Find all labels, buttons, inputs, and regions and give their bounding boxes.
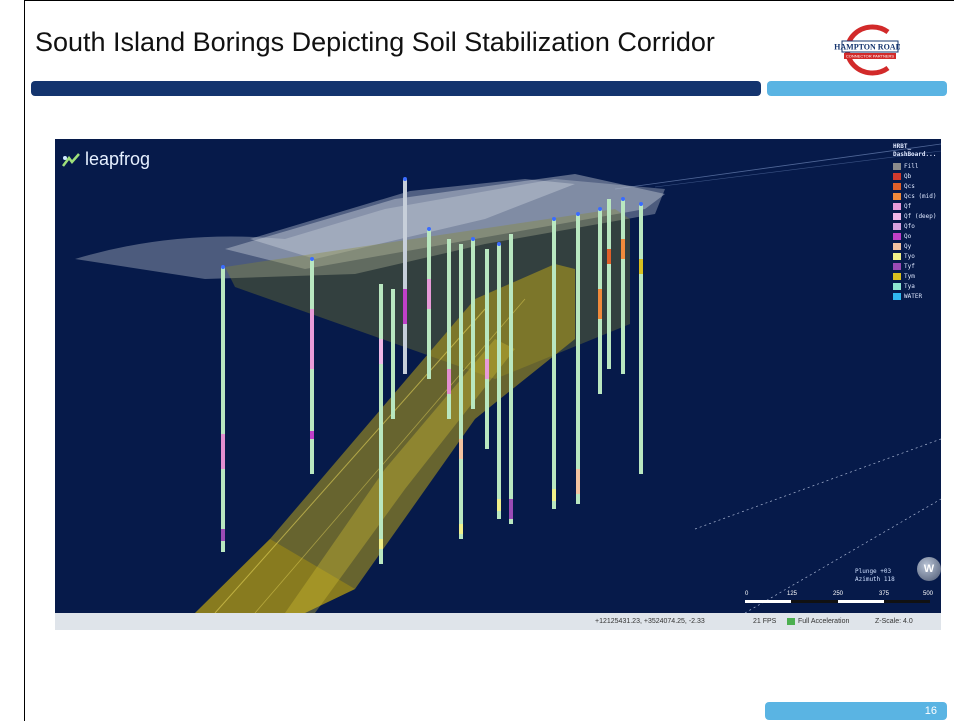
legend-item[interactable]: Qcs (mid) xyxy=(893,191,939,201)
legend-label: Qcs xyxy=(904,182,915,190)
legend-item[interactable]: Qcs xyxy=(893,181,939,191)
title-underline-dark xyxy=(31,81,761,96)
z-scale-control[interactable]: Z-Scale: 4.0 xyxy=(875,618,913,625)
legend-swatch xyxy=(893,202,901,210)
legend-label: Qcs (mid) xyxy=(904,192,937,200)
view-orientation-readout: Plunge +03 Azimuth 118 xyxy=(855,568,895,584)
scale-bar: 0 125 250 375 500 xyxy=(745,591,934,611)
legend-label: Qfo xyxy=(904,222,915,230)
legend-swatch xyxy=(893,292,901,300)
legend-item[interactable]: Tyo xyxy=(893,251,939,261)
legend-label: Fill xyxy=(904,162,919,170)
borehole-scene xyxy=(75,143,941,613)
legend-item[interactable]: Qfo xyxy=(893,221,939,231)
page-number-badge: 16 xyxy=(765,702,947,720)
legend-label: Tyo xyxy=(904,252,915,260)
legend-swatch xyxy=(893,272,901,280)
legend-label: Qb xyxy=(904,172,912,180)
plunge-readout: Plunge +03 xyxy=(855,568,892,575)
legend-list: Fill Qb Qcs Qcs (mid) Qf Qf (deep) Qfo Qo Qy Tyo T… xyxy=(893,161,939,301)
legend-swatch xyxy=(893,262,901,270)
legend-swatch xyxy=(893,242,901,250)
logo-line2: CONNECTOR PARTNERS xyxy=(846,54,895,59)
slide: South Island Borings Depicting Soil Stab… xyxy=(24,0,954,721)
leapfrog-3d-viewer[interactable]: leapfrog HRBT_ DashBoard... Fill Qb Qcs Qcs… xyxy=(55,139,941,613)
legend-label: Qf xyxy=(904,202,912,210)
borehole-1[interactable] xyxy=(221,267,225,552)
legend-item[interactable]: Qb xyxy=(893,171,939,181)
legend-label: WATER xyxy=(904,292,923,300)
legend-header-line2: DashBoard... xyxy=(893,151,937,158)
legend-swatch xyxy=(893,222,901,230)
scale-tick: 0 xyxy=(745,591,749,597)
legend-item[interactable]: WATER xyxy=(893,291,939,301)
borehole-6[interactable] xyxy=(459,244,463,539)
borehole-3[interactable] xyxy=(379,284,383,564)
legend-swatch xyxy=(893,252,901,260)
compass-icon[interactable]: W xyxy=(917,557,941,581)
leapfrog-logo: leapfrog xyxy=(61,149,150,170)
legend-label: Qy xyxy=(904,242,912,250)
legend-label: Qf (deep) xyxy=(904,212,937,220)
azimuth-readout: Azimuth 118 xyxy=(855,576,895,583)
scale-tick: 500 xyxy=(923,591,934,597)
legend-header: HRBT_ DashBoard... xyxy=(893,143,939,159)
legend-item[interactable]: Qf (deep) xyxy=(893,211,939,221)
legend-item[interactable]: Qy xyxy=(893,241,939,251)
cursor-coordinates: +12125431.23, +3524074.25, -2.33 xyxy=(595,618,705,625)
acceleration-status[interactable]: Full Acceleration xyxy=(787,618,849,625)
legend-item[interactable]: Tym xyxy=(893,271,939,281)
slide-title: South Island Borings Depicting Soil Stab… xyxy=(35,27,715,57)
legend-swatch xyxy=(893,162,901,170)
leapfrog-mark-icon xyxy=(62,152,80,167)
legend-item[interactable]: Tya xyxy=(893,281,939,291)
fps-readout: 21 FPS xyxy=(753,618,777,625)
hampton-roads-logo: HAMPTON ROADS CONNECTOR PARTNERS xyxy=(834,24,900,76)
logo-line1: HAMPTON ROADS xyxy=(834,43,900,52)
legend-swatch xyxy=(893,182,901,190)
legend-label: Tyf xyxy=(904,262,915,270)
legend-label: Tym xyxy=(904,272,915,280)
legend-label: Qo xyxy=(904,232,912,240)
acceleration-label: Full Acceleration xyxy=(798,618,850,625)
leapfrog-brand-text: leapfrog xyxy=(85,149,151,169)
legend-swatch xyxy=(893,212,901,220)
scale-tick: 375 xyxy=(879,591,890,597)
legend-swatch xyxy=(893,192,901,200)
legend-item[interactable]: Qf xyxy=(893,201,939,211)
scale-tick: 250 xyxy=(833,591,844,597)
legend-label: Tya xyxy=(904,282,915,290)
legend-header-line1: HRBT_ xyxy=(893,143,912,150)
legend-swatch xyxy=(893,232,901,240)
legend-item[interactable]: Fill xyxy=(893,161,939,171)
acceleration-icon xyxy=(787,618,795,625)
title-underline-light xyxy=(767,81,947,96)
borehole-2[interactable] xyxy=(310,259,314,474)
scale-tick: 125 xyxy=(787,591,798,597)
legend-item[interactable]: Tyf xyxy=(893,261,939,271)
viewer-status-bar: +12125431.23, +3524074.25, -2.33 21 FPS … xyxy=(55,613,941,630)
legend-panel[interactable]: HRBT_ DashBoard... Fill Qb Qcs Qcs (mid) Qf Q… xyxy=(893,143,939,301)
legend-swatch xyxy=(893,282,901,290)
legend-item[interactable]: Qo xyxy=(893,231,939,241)
legend-swatch xyxy=(893,172,901,180)
